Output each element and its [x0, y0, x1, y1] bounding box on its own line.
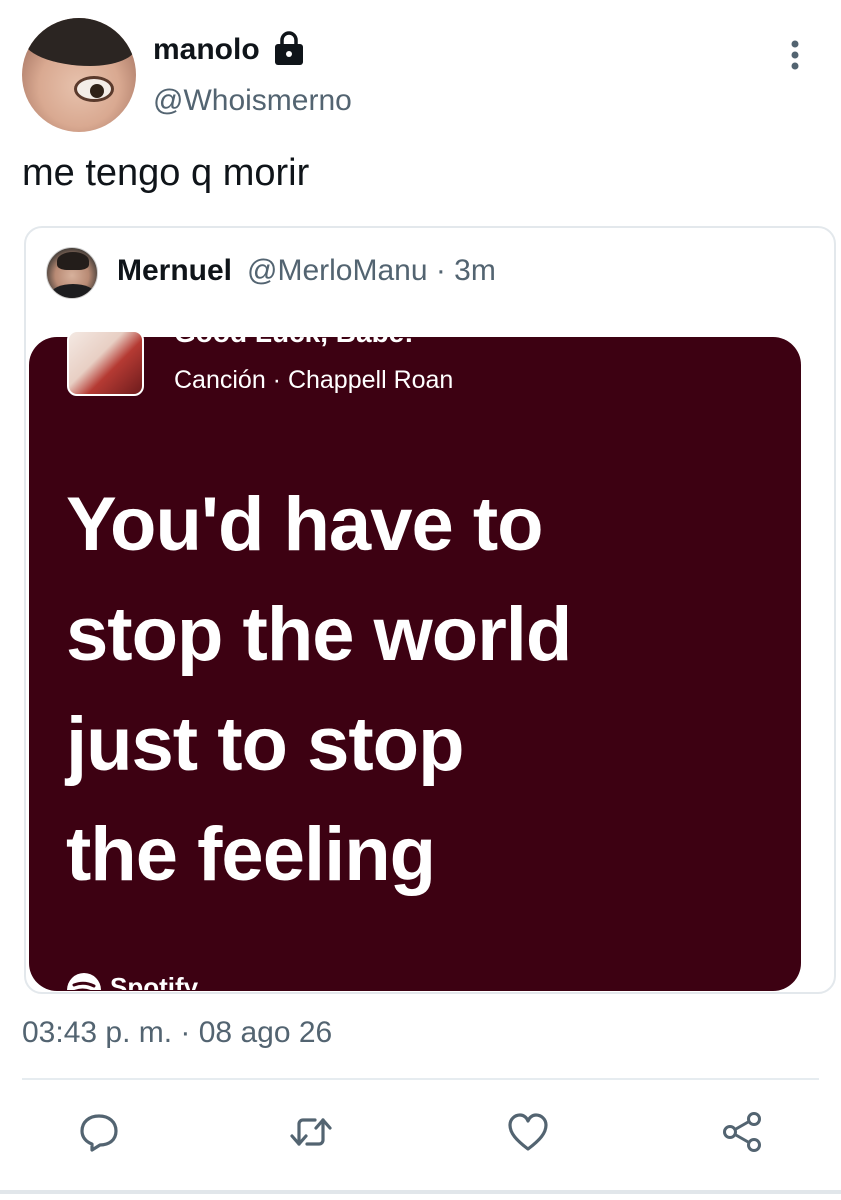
bottom-divider [0, 1190, 841, 1194]
song-title: Good Luck, Babe! [174, 327, 414, 348]
quoted-author-display-name[interactable]: Mernuel [117, 254, 232, 288]
lyric-line: just to stop [66, 702, 465, 787]
tweet-timestamp[interactable]: 03:43 p. m. · 08 ago 26 [22, 1016, 332, 1050]
author-avatar[interactable] [22, 18, 136, 132]
avatar-pupil [90, 84, 104, 98]
share-icon[interactable] [720, 1110, 764, 1154]
avatar-hair [57, 252, 89, 270]
lyric-line: the feeling [66, 812, 436, 897]
retweet-icon[interactable] [289, 1110, 333, 1154]
quoted-author-handle-time[interactable]: @MerloManu · 3m [247, 254, 496, 288]
author-handle[interactable]: @Whoismerno [153, 84, 352, 118]
album-art-image [67, 330, 144, 396]
song-subtitle: Canción · Chappell Roan [174, 366, 454, 394]
lyrics-block: You'd have to stop the world just to sto… [66, 470, 766, 910]
quoted-author-avatar[interactable] [46, 247, 98, 299]
avatar-shirt [51, 284, 95, 298]
lock-icon [275, 31, 303, 65]
divider [22, 1078, 819, 1080]
avatar-hair [22, 18, 136, 66]
spotify-label: Spotify [110, 972, 199, 990]
lyric-line: You'd have to [66, 482, 544, 567]
tweet-text: me tengo q morir [22, 152, 310, 194]
spotify-logo-icon [67, 973, 101, 990]
reply-icon[interactable] [77, 1110, 121, 1154]
song-title-clipped: Good Luck, Babe! [174, 327, 474, 353]
lyric-line: stop the world [66, 592, 572, 677]
heart-icon[interactable] [506, 1110, 550, 1154]
avatar-eye [74, 76, 114, 102]
spotify-branding: Spotify [66, 968, 226, 990]
more-vertical-icon[interactable] [783, 38, 807, 74]
author-display-name[interactable]: manolo [153, 33, 260, 67]
